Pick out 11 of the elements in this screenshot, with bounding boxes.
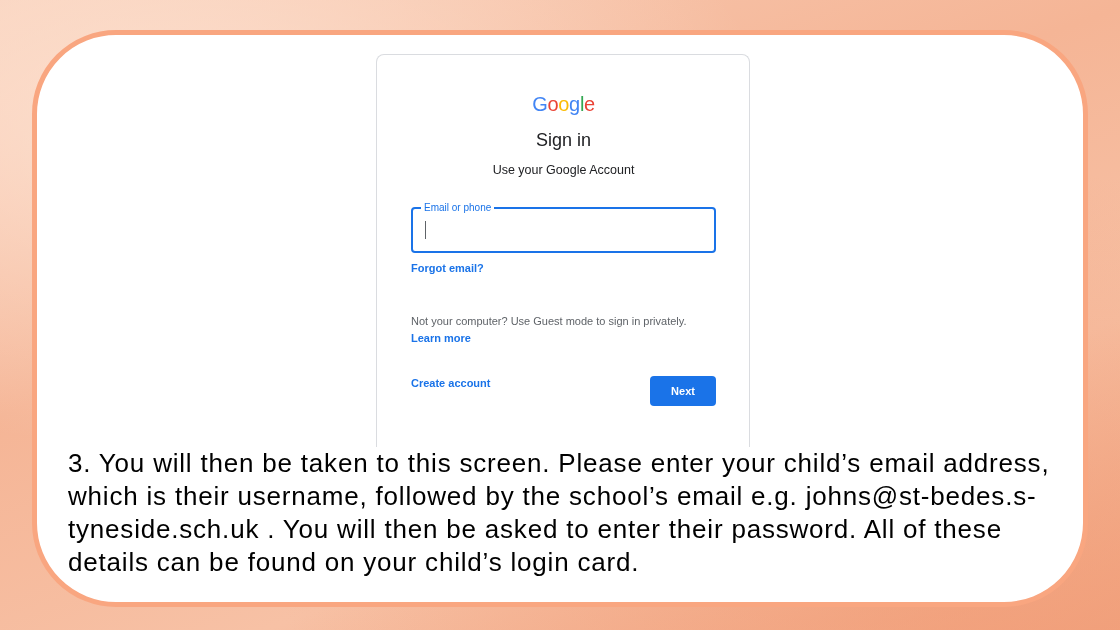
create-account-link[interactable]: Create account xyxy=(411,376,491,390)
guest-mode-note: Not your computer? Use Guest mode to sign in privately. xyxy=(411,314,688,328)
instruction-paragraph: 3. You will then be taken to this screen. Please enter your child’s email address, which is their username, followed by the school’s email e.g. johns@st-bedes.s-tyneside.sch.uk . You will then be asked to enter their password. All of these details can be found on your child’s login card. xyxy=(68,447,1051,579)
email-field-label: Email or phone xyxy=(421,202,495,214)
sign-in-subtitle: Use your Google Account xyxy=(492,162,635,178)
next-button[interactable]: Next xyxy=(650,376,716,406)
google-logo: Google xyxy=(532,92,595,116)
sign-in-title: Sign in xyxy=(535,129,591,152)
learn-more-link[interactable]: Learn more xyxy=(411,331,471,345)
forgot-email-link[interactable]: Forgot email? xyxy=(411,261,484,275)
text-cursor-icon xyxy=(425,221,426,239)
